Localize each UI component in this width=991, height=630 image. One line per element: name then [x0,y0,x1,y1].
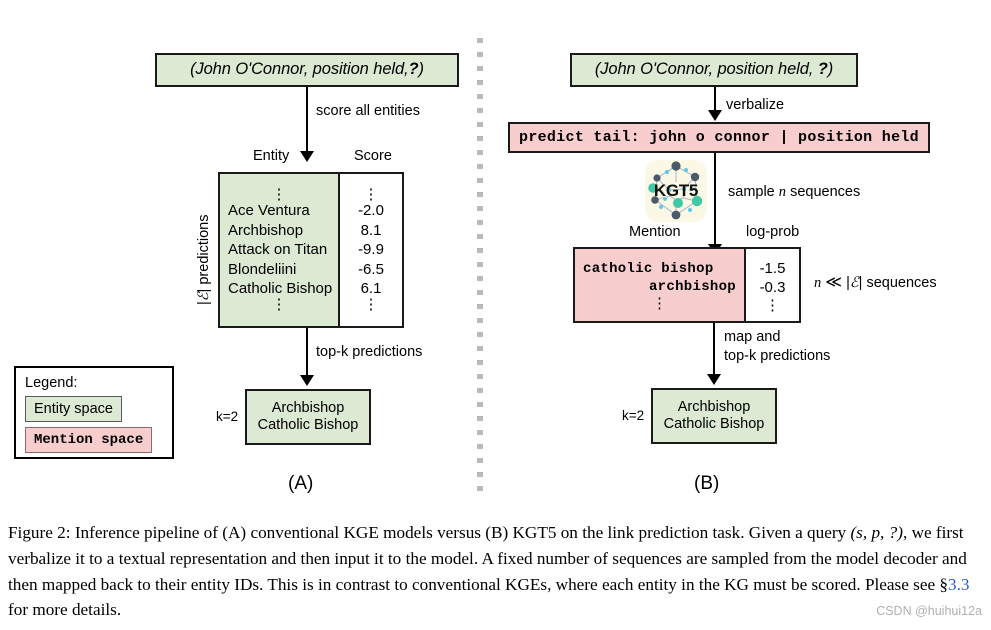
panel-a-query-box: (John O'Connor, position held,?) [155,53,459,87]
side-label-suffix: | predictions [196,214,212,293]
panel-b-sample-label: sample n sequences [728,184,860,201]
panel-a-table-header-entity: Entity [253,148,290,164]
result-line: Catholic Bishop [257,417,359,433]
panel-b-table-header-mention: Mention [629,224,681,240]
panel-b-table-header-logprob: log-prob [746,224,800,240]
panel-b-sample-arrow-line [714,153,716,246]
caption-section-link[interactable]: 3.3 [948,575,969,594]
table-row: -2.0 [358,202,384,220]
caption-query-math: (s, p, ?) [850,523,903,542]
panel-a-label: (A) [288,473,314,494]
table-row: 8.1 [360,221,382,239]
legend-box: Legend: Entity space Mention space [14,366,174,459]
side-note-bars: |ℰ| [846,275,863,291]
panel-a-topk-arrow-head [300,375,314,386]
score-dots-top: ⋮ [363,186,379,204]
panel-divider [477,38,483,500]
sample-label-n: n [778,184,787,200]
panel-b-map-arrow-head [707,374,721,385]
side-label-bar-open: | [196,301,212,305]
table-row: Archbishop [228,221,304,239]
side-note-text: sequences [866,275,937,291]
table-row: Ace Ventura [228,202,310,220]
score-dots-bottom: ⋮ [363,295,379,313]
caption-part-1: Figure 2: Inference pipeline of (A) conv… [8,523,851,542]
table-row: catholic bishop [583,260,714,277]
panel-b-verbalize-label: verbalize [726,97,785,113]
figure-caption: Figure 2: Inference pipeline of (A) conv… [8,520,983,623]
panel-b-verbalize-arrow-line [714,87,716,112]
watermark: CSDN @huihui12a [876,604,982,618]
side-note-n: n [814,275,822,291]
result-line: Archbishop [271,399,345,416]
caption-part-3: for more details. [8,600,122,620]
kgt5-logo-text: KGT5 [653,181,699,200]
panel-a-score-arrow-label: score all entities [316,103,420,119]
panel-b-k-label: k=2 [622,408,645,423]
table-row: -1.5 [759,259,786,277]
panel-a-score-arrow-head [300,151,314,162]
panel-a-score-arrow-line [306,87,308,153]
panel-b-result-box: Archbishop Catholic Bishop [651,388,777,444]
figure-canvas: (John O'Connor, position held,?) score a… [0,0,991,512]
panel-b-label: (B) [694,473,720,494]
side-note-much-less: ≪ [825,274,843,291]
result-line: Catholic Bishop [663,416,765,432]
table-row: Blondeliini [228,260,297,278]
result-line: Archbishop [677,398,751,415]
panel-b-map-arrow-line [713,323,715,376]
panel-b-side-note: n ≪ |ℰ| sequences [814,272,937,292]
panel-a-k-label: k=2 [216,409,239,424]
side-note-cal-e: ℰ [849,275,859,291]
panel-b-query-text: (John O'Connor, position held, ?) [594,60,834,79]
panel-b-verbalized-box: predict tail: john o connor | position h… [508,122,930,153]
panel-a-topk-arrow-label: top-k predictions [316,344,423,360]
entity-dots-bottom: ⋮ [271,295,287,313]
panel-a-topk-arrow-line [306,328,308,377]
table-row: Attack on Titan [228,241,328,259]
panel-b-mentions-table: catholic bishop archbishop ⋮ -1.5 -0.3 ⋮ [573,247,801,323]
panel-a-table-side-label: |ℰ| predictions [196,215,213,305]
panel-a-result-box: Archbishop Catholic Bishop [245,389,371,445]
table-row: -6.5 [358,260,384,278]
panel-b-verbalized-text: predict tail: john o connor | position h… [519,128,919,146]
panel-a-query-text: (John O'Connor, position held,?) [190,60,424,79]
panel-b-logprob-column: -1.5 -0.3 ⋮ [746,249,799,321]
panel-b-verbalize-arrow-head [708,110,722,121]
panel-a-entity-column: ⋮ Ace Ventura Archbishop Attack on Titan… [220,174,340,326]
table-row: archbishop [648,279,736,295]
panel-a-scores-table: ⋮ Ace Ventura Archbishop Attack on Titan… [218,172,404,328]
panel-a-table-header-score: Score [354,148,392,164]
table-row: -0.3 [759,279,786,296]
legend-title: Legend: [25,375,78,391]
side-label-cal-e: ℰ [196,292,212,302]
table-row: -9.9 [358,241,384,259]
panel-b-query-box: (John O'Connor, position held, ?) [570,53,858,87]
kgt5-logo: KGT5 [645,160,707,222]
panel-b-map-arrow-label-2: top-k predictions [724,348,831,364]
sample-label-pre: sample [728,184,775,200]
panel-b-map-arrow-label-1: map and [724,329,781,345]
mention-dots: ⋮ [652,295,667,313]
legend-mention-space: Mention space [25,427,153,453]
logprob-dots: ⋮ [765,296,780,314]
legend-entity-space: Entity space [25,396,122,422]
entity-dots-top: ⋮ [271,186,287,204]
panel-a-score-column: ⋮ -2.0 8.1 -9.9 -6.5 6.1 ⋮ [340,174,402,326]
sample-label-post: sequences [790,184,861,200]
panel-b-mention-column: catholic bishop archbishop ⋮ [575,249,746,321]
